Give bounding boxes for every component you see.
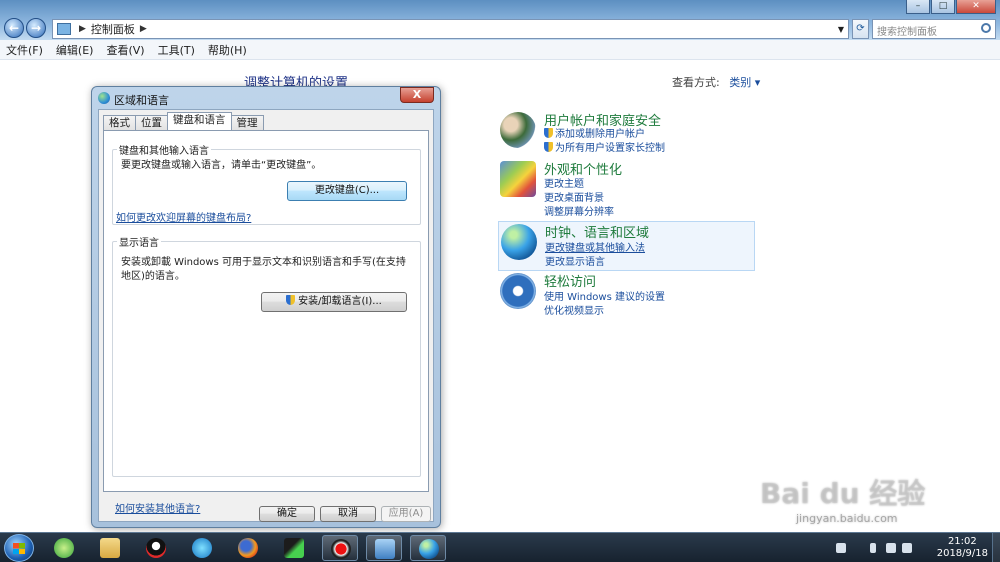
category-link[interactable]: 更改桌面背景 <box>544 189 604 204</box>
back-arrow-icon[interactable]: ← <box>4 18 24 38</box>
tab-strip: 格式 位置 键盘和语言 管理 <box>103 112 264 130</box>
category-link[interactable]: 更改显示语言 <box>545 253 605 268</box>
taskbar-qq-icon[interactable] <box>138 535 174 561</box>
taskbar-firefox-icon[interactable] <box>230 535 266 561</box>
dialog-title: 区域和语言 <box>114 94 169 107</box>
category-link[interactable]: 添加或删除用户帐户 <box>544 125 645 140</box>
taskbar-media-icon[interactable] <box>184 535 220 561</box>
group-label: 键盘和其他输入语言 <box>117 142 211 157</box>
address-dropdown-icon[interactable]: ▼ <box>838 25 844 34</box>
uac-shield-icon <box>544 142 553 152</box>
uac-shield-icon <box>544 128 553 138</box>
taskbar-video-app-icon[interactable] <box>276 535 312 561</box>
control-panel-icon <box>57 23 71 35</box>
tab-location[interactable]: 位置 <box>135 115 168 130</box>
dialog-close-button[interactable]: X <box>400 87 434 103</box>
ease-of-access-icon <box>500 273 536 309</box>
view-by-label: 查看方式: <box>672 76 720 89</box>
search-placeholder: 搜索控制面板 <box>877 27 937 38</box>
group-label: 显示语言 <box>117 234 161 249</box>
minimize-button[interactable]: – <box>906 0 930 14</box>
apply-button[interactable]: 应用(A) <box>381 506 431 522</box>
title-bar: – □ ✕ ← → ▶ 控制面板 ▶ ▼ ⟳ 搜索控制面板 <box>0 0 1000 40</box>
window-controls: – □ ✕ <box>906 0 996 14</box>
category-ease-of-access: 轻松访问 使用 Windows 建议的设置 优化视频显示 <box>498 271 755 321</box>
category-link[interactable]: 为所有用户设置家长控制 <box>544 139 665 154</box>
start-button[interactable] <box>4 534 34 562</box>
group-description: 要更改键盘或输入语言，请单击“更改键盘”。 <box>121 160 322 171</box>
users-icon <box>500 112 536 148</box>
menu-edit[interactable]: 编辑(E) <box>56 42 94 58</box>
category-link[interactable]: 调整屏幕分辨率 <box>544 203 614 218</box>
install-uninstall-languages-button[interactable]: 安装/卸载语言(I)... <box>261 292 407 312</box>
taskbar-browser-icon[interactable] <box>46 535 82 561</box>
display-language-group: 显示语言 安装或卸載 Windows 可用于显示文本和识别语言和手写(在支持地区… <box>112 234 421 477</box>
maximize-button[interactable]: □ <box>931 0 955 14</box>
network-icon[interactable] <box>886 543 896 553</box>
taskbar-region-language-icon[interactable] <box>410 535 446 561</box>
taskbar-recorder-icon[interactable] <box>322 535 358 561</box>
tab-administrative[interactable]: 管理 <box>230 115 264 130</box>
dialog-body: 格式 位置 键盘和语言 管理 键盘和其他输入语言 要更改键盘或输入语言，请单击“… <box>98 109 434 522</box>
breadcrumb[interactable]: 控制面板 <box>91 21 135 37</box>
menu-file[interactable]: 文件(F) <box>6 42 43 58</box>
menu-tools[interactable]: 工具(T) <box>158 42 195 58</box>
view-by: 查看方式: 类别 ▾ <box>672 74 760 90</box>
view-by-dropdown[interactable]: 类别 ▾ <box>729 76 760 89</box>
category-link[interactable]: 更改键盘或其他输入法 <box>545 239 645 254</box>
globe-clock-icon <box>501 224 537 260</box>
keyboard-layout-help-link[interactable]: 如何更改欢迎屏幕的键盘布局? <box>116 209 251 224</box>
menu-help[interactable]: 帮助(H) <box>208 42 247 58</box>
category-user-accounts: 用户帐户和家庭安全 添加或删除用户帐户 为所有用户设置家长控制 <box>498 110 755 160</box>
category-link[interactable]: 优化视频显示 <box>544 302 604 317</box>
forward-arrow-icon[interactable]: → <box>26 18 46 38</box>
keyboard-tray-icon[interactable] <box>836 543 846 553</box>
region-language-dialog: 区域和语言 X 格式 位置 键盘和语言 管理 键盘和其他输入语言 要更改键盘或输… <box>91 86 441 528</box>
install-languages-help-link[interactable]: 如何安装其他语言? <box>115 500 200 515</box>
tab-formats[interactable]: 格式 <box>103 115 136 130</box>
ok-button[interactable]: 确定 <box>259 506 315 522</box>
menu-bar: 文件(F) 编辑(E) 查看(V) 工具(T) 帮助(H) <box>0 40 1000 60</box>
globe-icon <box>98 92 110 104</box>
dialog-title-bar[interactable]: 区域和语言 X <box>92 87 440 109</box>
watermark-url: jingyan.baidu.com <box>796 512 898 525</box>
tab-panel: 键盘和其他输入语言 要更改键盘或输入语言，请单击“更改键盘”。 更改键盘(C).… <box>103 130 429 492</box>
search-icon[interactable] <box>981 23 991 33</box>
category-clock-language-region: 时钟、语言和区域 更改键盘或其他输入法 更改显示语言 <box>498 221 755 271</box>
breadcrumb-arrow-icon[interactable]: ▶ <box>140 24 147 34</box>
uac-shield-icon <box>286 295 296 305</box>
system-tray: 21:02 2018/9/18 <box>830 533 1000 562</box>
address-bar[interactable]: ▶ 控制面板 ▶ ▼ <box>52 19 849 39</box>
taskbar-control-panel-icon[interactable] <box>366 535 402 561</box>
cancel-button[interactable]: 取消 <box>320 506 376 522</box>
battery-icon[interactable] <box>870 543 876 553</box>
watermark: Bai du 经验 jingyan.baidu.com <box>760 472 925 525</box>
menu-view[interactable]: 查看(V) <box>106 42 144 58</box>
tab-keyboards-languages[interactable]: 键盘和语言 <box>167 112 232 130</box>
taskbar: 21:02 2018/9/18 <box>0 532 1000 562</box>
volume-icon[interactable] <box>902 543 912 553</box>
close-button[interactable]: ✕ <box>956 0 996 14</box>
group-description: 安装或卸載 Windows 可用于显示文本和识别语言和手写(在支持地区)的语言。 <box>121 257 406 282</box>
clock[interactable]: 21:02 2018/9/18 <box>937 536 988 560</box>
search-input[interactable]: 搜索控制面板 <box>872 19 996 39</box>
show-desktop-button[interactable] <box>992 533 1000 562</box>
category-link[interactable]: 使用 Windows 建议的设置 <box>544 288 665 303</box>
windows-logo-icon <box>13 543 25 554</box>
clock-date: 2018/9/18 <box>936 548 988 559</box>
clock-time: 21:02 <box>947 536 977 547</box>
taskbar-explorer-icon[interactable] <box>92 535 128 561</box>
breadcrumb-separator-icon: ▶ <box>79 24 86 34</box>
category-appearance: 外观和个性化 更改主题 更改桌面背景 调整屏幕分辨率 <box>498 159 755 218</box>
appearance-icon <box>500 161 536 197</box>
category-link[interactable]: 更改主题 <box>544 175 584 190</box>
refresh-button[interactable]: ⟳ <box>852 19 869 39</box>
watermark-logo: Bai du 经验 <box>760 477 926 510</box>
change-keyboards-button[interactable]: 更改键盘(C)... <box>287 181 407 201</box>
